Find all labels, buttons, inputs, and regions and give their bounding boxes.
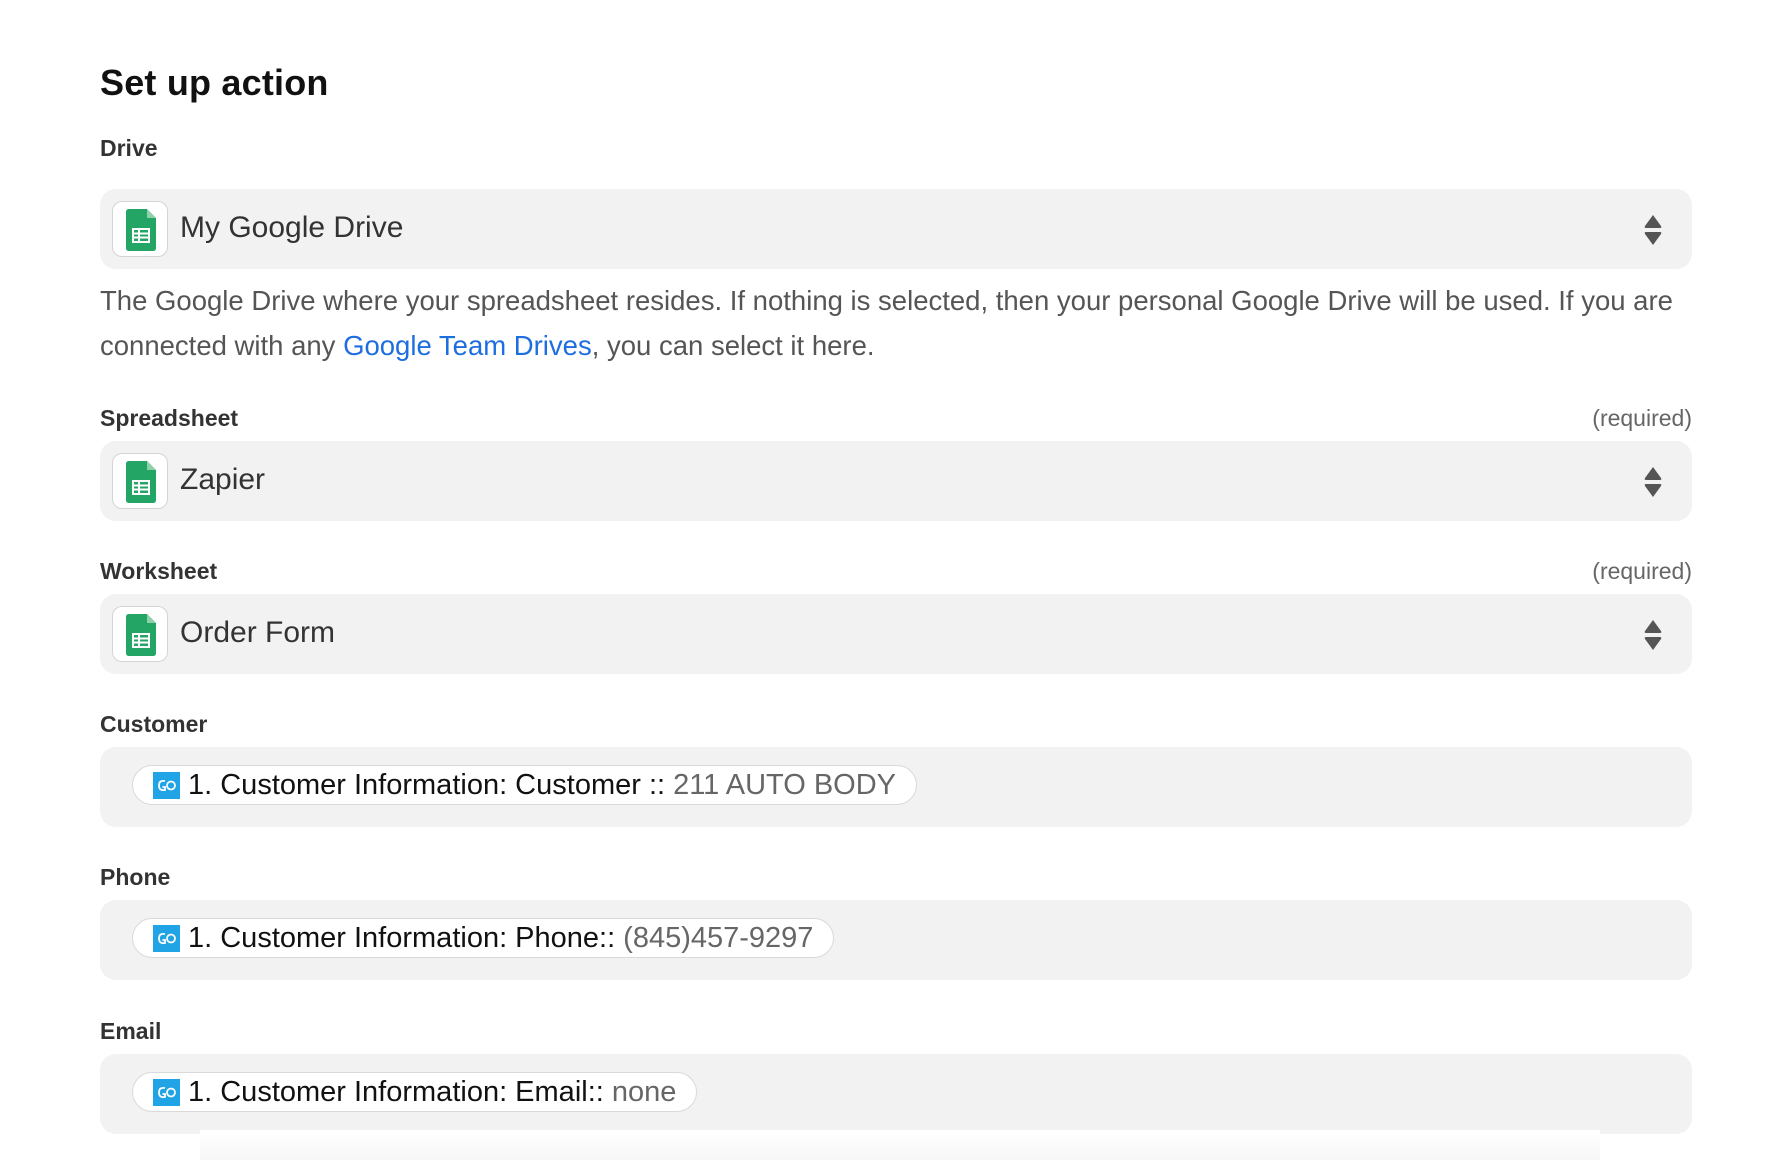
drive-help-text-before: The Google Drive where your spreadsheet … [100, 285, 1673, 361]
email-input[interactable]: 1. Customer Information: Email:: none [100, 1054, 1692, 1134]
worksheet-field: Worksheet (required) Order Form [100, 558, 1692, 674]
email-pill-value: none [611, 1075, 677, 1108]
formstack-icon [153, 924, 180, 952]
phone-pill-value: (845)457-9297 [623, 921, 814, 954]
drive-label: Drive [100, 135, 158, 161]
spreadsheet-value: Zapier [180, 463, 266, 496]
formstack-icon [153, 771, 180, 799]
sort-up-down-icon [1644, 619, 1662, 651]
drive-value: My Google Drive [180, 211, 404, 244]
phone-label: Phone [100, 864, 171, 890]
sort-up-down-icon [1644, 466, 1662, 498]
phone-input[interactable]: 1. Customer Information: Phone:: (845)45… [100, 900, 1692, 980]
email-mapped-pill[interactable]: 1. Customer Information: Email:: none [132, 1072, 698, 1112]
customer-pill-key: 1. Customer Information: Customer :: [188, 768, 666, 801]
worksheet-label: Worksheet [100, 558, 218, 584]
phone-field: Phone 1. Customer Information: Phone:: (… [100, 864, 1692, 980]
drive-help-text-after: , you can select it here. [591, 330, 875, 361]
customer-mapped-pill[interactable]: 1. Customer Information: Customer :: 211… [132, 765, 918, 805]
spreadsheet-field: Spreadsheet (required) Zapier [100, 405, 1692, 521]
google-team-drives-link[interactable]: Google Team Drives [343, 330, 592, 361]
email-field: Email 1. Customer Information: Email:: n… [100, 1018, 1692, 1134]
sort-up-down-icon [1644, 214, 1662, 246]
google-sheets-icon [112, 201, 168, 257]
drive-field: Drive My Google Drive [100, 135, 1692, 269]
customer-field: Customer 1. Customer Information: Custom… [100, 711, 1692, 827]
worksheet-required: (required) [1592, 558, 1692, 584]
bottom-fade [200, 1130, 1600, 1160]
phone-pill-key: 1. Customer Information: Phone:: [188, 921, 616, 954]
google-sheets-icon [112, 606, 168, 662]
drive-select[interactable]: My Google Drive [100, 189, 1692, 269]
spreadsheet-select[interactable]: Zapier [100, 441, 1692, 521]
email-label: Email [100, 1018, 162, 1044]
worksheet-value: Order Form [180, 616, 336, 649]
page-title: Set up action [100, 62, 329, 103]
worksheet-select[interactable]: Order Form [100, 594, 1692, 674]
customer-pill-value: 211 AUTO BODY [673, 768, 897, 801]
customer-label: Customer [100, 711, 208, 737]
formstack-icon [153, 1078, 180, 1106]
email-pill-key: 1. Customer Information: Email:: [188, 1075, 604, 1108]
spreadsheet-required: (required) [1592, 405, 1692, 431]
google-sheets-icon [112, 453, 168, 509]
drive-help-text: The Google Drive where your spreadsheet … [100, 278, 1700, 368]
customer-input[interactable]: 1. Customer Information: Customer :: 211… [100, 747, 1692, 827]
phone-mapped-pill[interactable]: 1. Customer Information: Phone:: (845)45… [132, 918, 835, 958]
spreadsheet-label: Spreadsheet [100, 405, 239, 431]
